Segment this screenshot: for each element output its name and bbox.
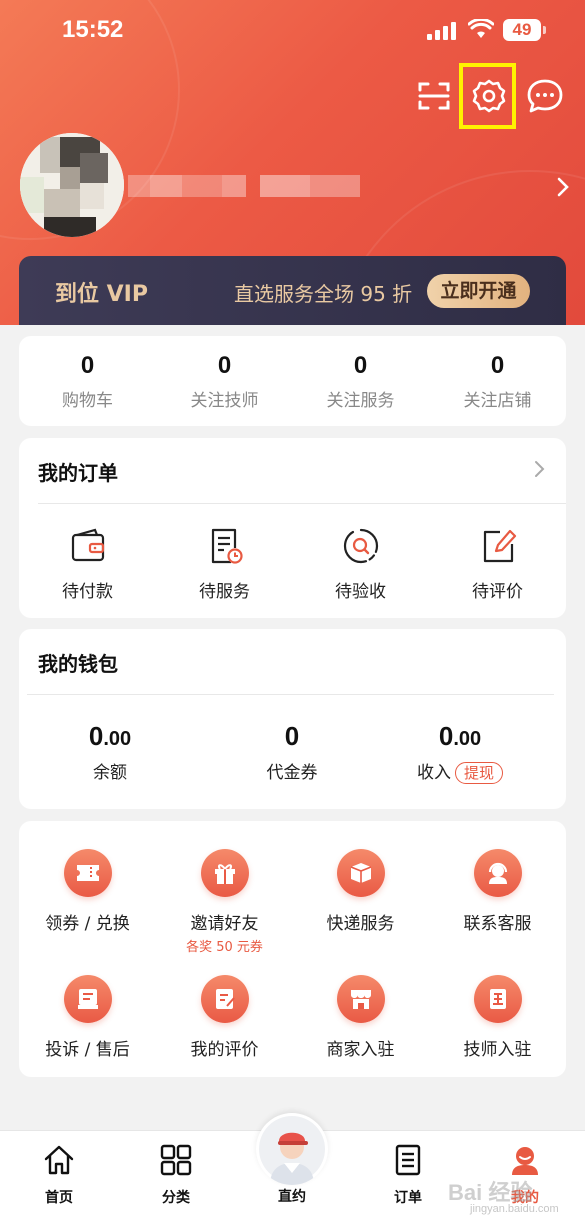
chevron-right-icon[interactable] — [532, 460, 546, 478]
stat-label: 关注店铺 — [463, 391, 532, 411]
wallet-label: 代金券 — [266, 763, 318, 783]
stats-card: 0 购物车 0 关注技师 0 关注服务 0 关注店铺 — [19, 336, 566, 426]
wallet-title: 我的钱包 — [38, 652, 118, 676]
stat-value: 0 — [490, 352, 505, 379]
tab-label: 分类 — [162, 1190, 190, 1206]
scan-icon[interactable] — [414, 76, 454, 116]
stat-label: 关注技师 — [190, 391, 259, 411]
status-bar: 15:52 49 — [0, 0, 585, 60]
stat-value: 0 — [217, 352, 232, 379]
watermark-url: jingyan.baidu.com — [470, 1203, 559, 1215]
package-icon — [336, 849, 385, 897]
service-label: 商家入驻 — [326, 1040, 395, 1060]
stat-label: 购物车 — [62, 391, 113, 411]
order-pending-inspection[interactable]: 待验收 — [292, 526, 429, 602]
profile-header: 15:52 49 到位 VIP 直选服务全场 95 折 立即开通 — [0, 0, 585, 325]
service-label: 我的评价 — [190, 1040, 259, 1060]
my-review-icon — [200, 975, 249, 1023]
wallet-value: 0.00 — [88, 721, 132, 751]
wallet-vouchers[interactable]: 0 代金券 — [201, 721, 383, 783]
order-pending-review[interactable]: 待评价 — [429, 526, 566, 602]
stat-value: 0 — [353, 352, 368, 379]
tab-orders[interactable]: 订单 — [368, 1143, 448, 1207]
wallet-balance[interactable]: 0.00 余额 — [19, 721, 201, 783]
category-icon — [160, 1144, 192, 1176]
service-my-reviews[interactable]: 我的评价 — [156, 975, 293, 1060]
service-technician-join[interactable]: 技师入驻 — [429, 975, 566, 1060]
order-label: 待付款 — [62, 582, 113, 602]
signal-icon — [427, 22, 456, 40]
message-icon[interactable] — [525, 76, 565, 116]
technician-avatar-icon — [259, 1116, 325, 1185]
tab-direct-booking[interactable] — [256, 1113, 328, 1185]
withdraw-button[interactable]: 提现 — [454, 762, 503, 784]
complaint-icon — [63, 975, 112, 1023]
store-icon — [336, 975, 385, 1023]
battery-icon: 49 — [503, 19, 546, 41]
service-label: 快递服务 — [326, 914, 395, 934]
service-coupon-exchange[interactable]: 领券 / 兑换 — [19, 849, 156, 934]
vip-description: 直选服务全场 95 折 — [234, 282, 413, 306]
service-customer-support[interactable]: 联系客服 — [429, 849, 566, 934]
profile-icon — [512, 1147, 538, 1175]
order-label: 待验收 — [335, 582, 386, 602]
orders-title: 我的订单 — [38, 461, 118, 485]
tab-home[interactable]: 首页 — [19, 1143, 99, 1207]
divider — [27, 694, 554, 695]
tab-label: 首页 — [45, 1190, 73, 1206]
home-icon — [44, 1145, 74, 1175]
order-label: 待评价 — [472, 582, 523, 602]
invite-reward-note: 各奖 50 元券 — [186, 940, 263, 955]
wallet-value: 0 — [284, 721, 300, 751]
service-doc-icon — [211, 528, 243, 564]
service-label: 技师入驻 — [463, 1040, 532, 1060]
chevron-right-icon[interactable] — [553, 176, 573, 198]
orders-card: 我的订单 待付款 待服务 待验收 待评价 — [19, 438, 566, 618]
inspect-icon — [343, 528, 378, 564]
avatar[interactable] — [20, 133, 124, 237]
order-label: 待服务 — [199, 582, 250, 602]
tab-category[interactable]: 分类 — [136, 1143, 216, 1207]
stat-followed-technicians[interactable]: 0 关注技师 — [156, 352, 293, 411]
review-edit-icon — [483, 529, 516, 563]
wallet-card: 我的钱包 0.00 余额 0 代金券 0.00 收入 提现 — [19, 629, 566, 809]
stat-label: 关注服务 — [326, 391, 395, 411]
service-label: 投诉 / 售后 — [45, 1040, 130, 1060]
stat-followed-services[interactable]: 0 关注服务 — [292, 352, 429, 411]
vip-banner[interactable]: 到位 VIP 直选服务全场 95 折 立即开通 — [19, 256, 566, 325]
username-blurred — [128, 175, 363, 199]
stat-value: 0 — [80, 352, 95, 379]
wallet-icon — [71, 528, 104, 562]
service-express[interactable]: 快递服务 — [292, 849, 429, 934]
divider — [38, 503, 566, 504]
stat-cart[interactable]: 0 购物车 — [19, 352, 156, 411]
services-card: 领券 / 兑换 邀请好友 各奖 50 元券 快递服务 联系客服 投诉 / 售后 … — [19, 821, 566, 1077]
service-label: 领券 / 兑换 — [45, 914, 130, 934]
wallet-label: 收入 提现 — [369, 758, 551, 784]
wallet-income[interactable]: 0.00 收入 提现 — [369, 721, 551, 784]
gift-icon — [200, 849, 249, 897]
coupon-icon — [63, 849, 112, 897]
order-pending-service[interactable]: 待服务 — [156, 526, 293, 602]
order-list-icon — [395, 1144, 421, 1176]
wallet-label: 余额 — [93, 763, 127, 783]
order-pending-payment[interactable]: 待付款 — [19, 526, 156, 602]
vip-title: 到位 VIP — [55, 282, 148, 307]
service-label: 联系客服 — [463, 914, 532, 934]
service-invite-friends[interactable]: 邀请好友 各奖 50 元券 — [156, 849, 293, 955]
tab-label: 直约 — [278, 1189, 306, 1205]
wallet-value: 0.00 — [438, 721, 482, 751]
wifi-icon — [468, 19, 494, 38]
status-time: 15:52 — [62, 16, 124, 43]
settings-icon[interactable] — [469, 76, 509, 116]
vip-activate-button[interactable]: 立即开通 — [427, 274, 530, 308]
service-merchant-join[interactable]: 商家入驻 — [292, 975, 429, 1060]
service-label: 邀请好友 — [190, 914, 259, 934]
customer-service-icon — [473, 849, 522, 897]
stat-followed-stores[interactable]: 0 关注店铺 — [429, 352, 566, 411]
technician-icon — [473, 975, 522, 1023]
tab-label: 订单 — [394, 1190, 422, 1206]
service-complaint[interactable]: 投诉 / 售后 — [19, 975, 156, 1060]
